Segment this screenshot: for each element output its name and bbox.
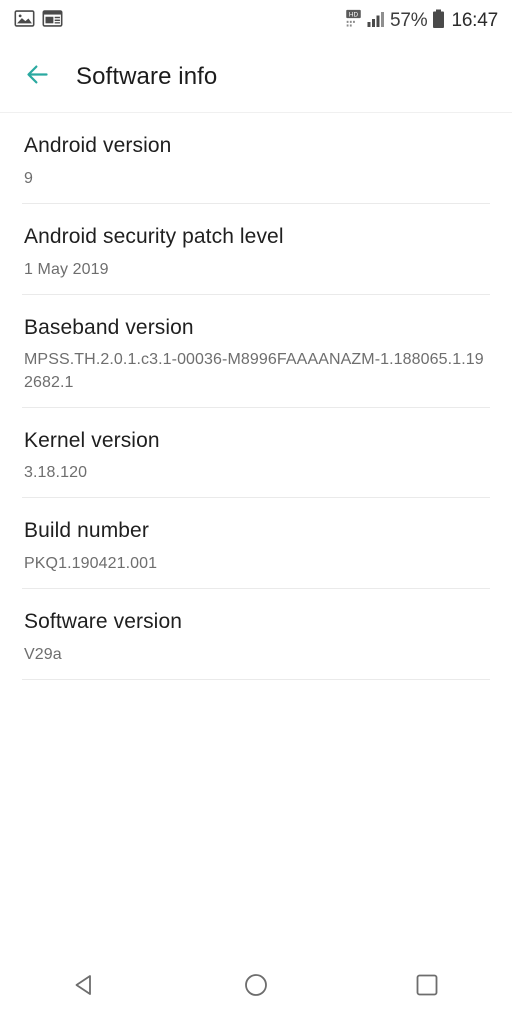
battery-percent-label: 57% [390, 10, 427, 32]
list-item-android-version[interactable]: Android version 9 [0, 113, 512, 204]
volte-hd-icon: HD [345, 9, 362, 34]
status-bar-notification-icons [14, 8, 63, 34]
item-title: Kernel version [24, 429, 488, 454]
nav-back-button[interactable] [49, 961, 121, 1013]
battery-icon [432, 9, 445, 34]
item-title: Build number [24, 519, 488, 544]
item-title: Software version [24, 610, 488, 635]
list-item-build-number[interactable]: Build number PKQ1.190421.001 [0, 498, 512, 589]
software-info-list: Android version 9 Android security patch… [0, 113, 512, 950]
system-navigation-bar [0, 950, 512, 1024]
page-title: Software info [76, 63, 217, 91]
item-title: Android security patch level [24, 225, 488, 250]
item-title: Baseband version [24, 316, 488, 341]
nav-recents-button[interactable] [391, 961, 463, 1013]
item-value: 3.18.120 [24, 462, 488, 484]
item-title: Android version [24, 134, 488, 159]
status-bar-clock: 16:47 [451, 10, 498, 32]
signal-bars-icon [367, 10, 385, 33]
item-value: V29a [24, 644, 488, 666]
item-value: 9 [24, 168, 488, 190]
back-button[interactable] [18, 58, 56, 96]
item-value: MPSS.TH.2.0.1.c3.1-00036-M8996FAAAANAZM-… [24, 349, 488, 393]
phone-screen: HD 57% [0, 0, 512, 1024]
app-header: Software info [0, 42, 512, 113]
triangle-back-icon [70, 970, 100, 1005]
list-item-kernel-version[interactable]: Kernel version 3.18.120 [0, 408, 512, 499]
svg-text:HD: HD [349, 11, 359, 18]
list-item-software-version[interactable]: Software version V29a [0, 589, 512, 680]
item-value: PKQ1.190421.001 [24, 553, 488, 575]
arrow-left-icon [24, 61, 51, 93]
square-recents-icon [412, 970, 442, 1005]
status-bar: HD 57% [0, 0, 512, 42]
nav-home-button[interactable] [220, 961, 292, 1013]
status-bar-system-icons: HD 57% [345, 9, 498, 34]
news-card-icon [42, 8, 63, 34]
item-value: 1 May 2019 [24, 259, 488, 281]
list-item-baseband-version[interactable]: Baseband version MPSS.TH.2.0.1.c3.1-0003… [0, 295, 512, 408]
circle-home-icon [241, 970, 271, 1005]
screenshot-image-icon [14, 8, 35, 34]
list-item-android-security-patch-level[interactable]: Android security patch level 1 May 2019 [0, 204, 512, 295]
